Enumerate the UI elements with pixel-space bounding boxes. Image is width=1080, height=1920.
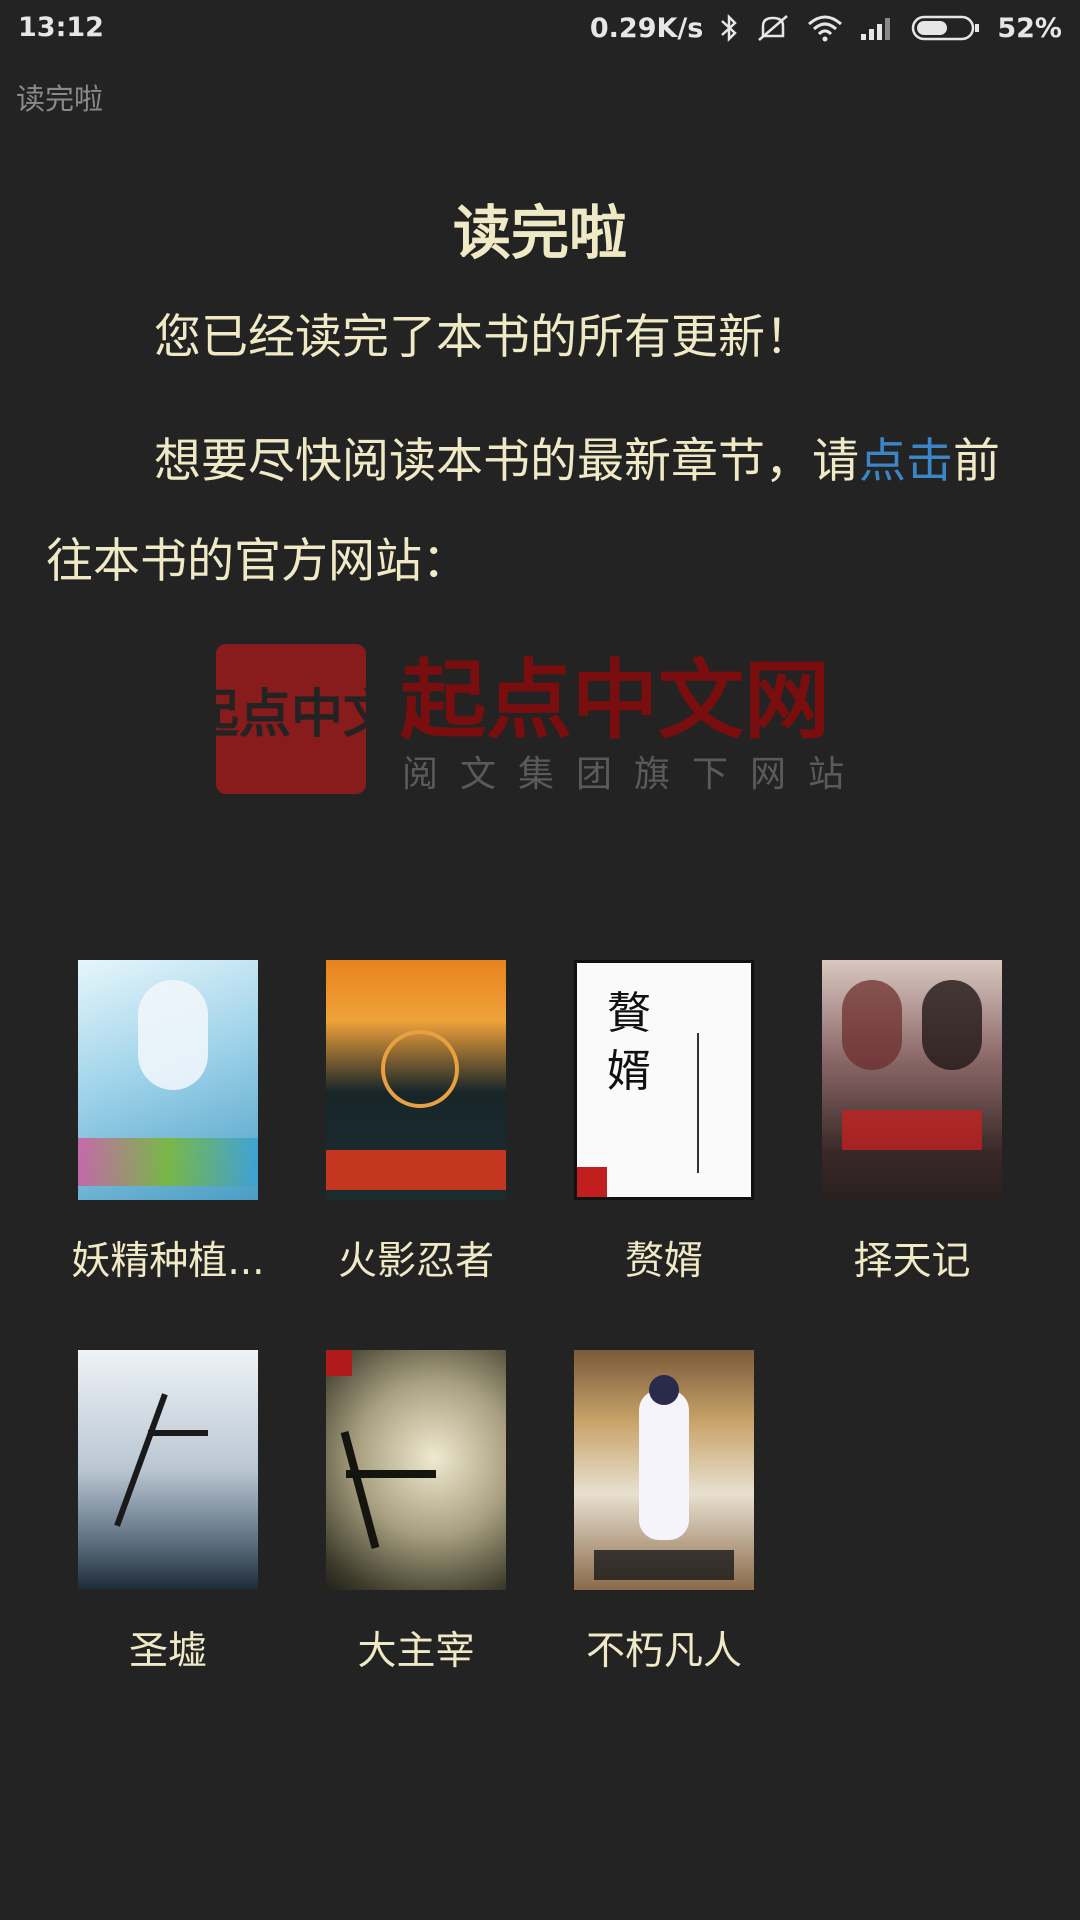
book-title: 火影忍者 — [337, 1239, 494, 1284]
logo-main-text: 起点中文网 — [400, 650, 830, 751]
qidian-logo[interactable]: 起点中文 起点中文网 阅文集团旗下网站 — [187, 640, 870, 800]
book-title: 赘婿 — [624, 1239, 703, 1284]
official-site-message: 想要尽快阅读本书的最新章节，请点击前往本书的官方网站： — [46, 412, 1046, 612]
book-title: 妖精种植... — [71, 1239, 265, 1284]
header-title: 读完啦 — [16, 82, 104, 116]
book-title: 不朽凡人 — [585, 1629, 742, 1674]
book-title: 大主宰 — [357, 1629, 475, 1674]
book-cover[interactable] — [326, 960, 506, 1200]
bluetooth-icon — [721, 13, 738, 43]
mute-icon — [758, 15, 789, 41]
book-item[interactable]: 大主宰 — [296, 1350, 536, 1676]
signal-icon — [861, 18, 891, 40]
page-title: 读完啦 — [452, 199, 627, 267]
status-time: 13:12 — [18, 12, 104, 43]
book-cover[interactable] — [574, 1350, 754, 1590]
finished-message: 您已经读完了本书的所有更新！ — [154, 310, 812, 365]
book-item[interactable]: 择天记 — [792, 960, 1032, 1286]
book-cover[interactable] — [822, 960, 1002, 1200]
book-cover[interactable] — [78, 1350, 258, 1590]
network-speed: 0.29K/s — [589, 12, 704, 44]
status-bar: 13:12 0.29K/s 52% — [0, 0, 1080, 60]
book-item[interactable]: 不朽凡人 — [544, 1350, 784, 1676]
battery-icon — [912, 15, 980, 41]
logo-sub-text: 阅文集团旗下网站 — [402, 754, 866, 795]
official-site-link[interactable]: 点击 — [859, 434, 953, 489]
book-cover[interactable] — [326, 1350, 506, 1590]
book-cover[interactable] — [78, 960, 258, 1200]
book-title: 圣墟 — [128, 1629, 207, 1674]
book-item[interactable]: 火影忍者 — [296, 960, 536, 1286]
book-cover[interactable]: 贅婿 — [574, 960, 754, 1200]
book-item[interactable]: 妖精种植... — [48, 960, 288, 1286]
battery-percent: 52% — [997, 12, 1062, 44]
book-item[interactable]: 贅婿 赘婿 — [544, 960, 784, 1286]
book-title: 择天记 — [853, 1239, 971, 1284]
message-text-before: 想要尽快阅读本书的最新章节，请 — [154, 434, 859, 489]
logo-seal-text: 起点中文 — [210, 685, 395, 745]
wifi-icon — [808, 15, 843, 42]
book-item[interactable]: 圣墟 — [48, 1350, 288, 1676]
